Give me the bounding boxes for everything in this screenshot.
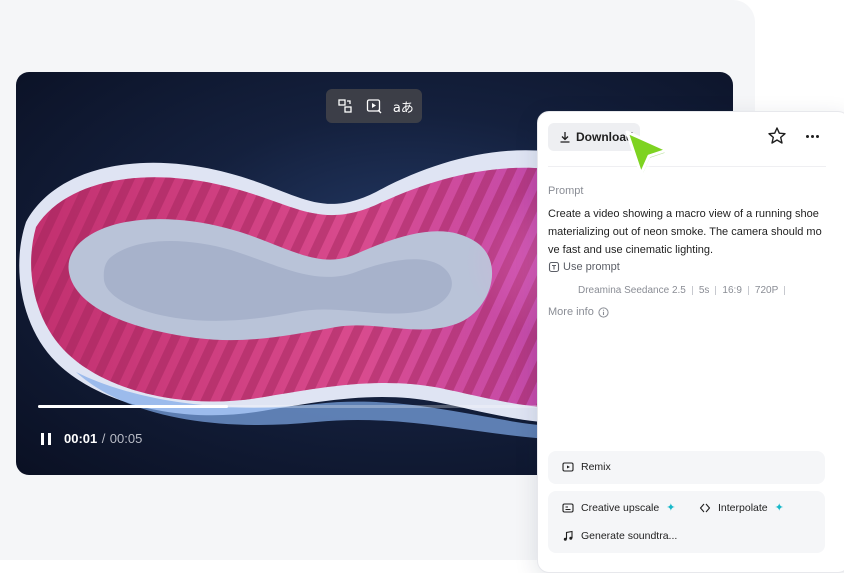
use-prompt-label: Use prompt	[563, 261, 620, 273]
more-dot	[805, 134, 809, 138]
details-panel: Download Prompt Create a video showing a…	[537, 111, 844, 573]
current-time: 00:01	[64, 431, 98, 446]
creative-upscale-button[interactable]: Creative upscale ✦	[562, 501, 675, 514]
sparkle-icon: ✦	[774, 502, 784, 514]
interpolate-icon	[699, 503, 711, 512]
more-dot	[815, 134, 819, 138]
remix-label: Remix	[581, 461, 611, 473]
meta-separator	[747, 286, 749, 295]
total-time: 00:05	[109, 431, 143, 446]
pointer-cursor-icon	[625, 130, 671, 179]
generate-soundtrack-button[interactable]: Generate soundtra...	[562, 530, 677, 542]
play-preview-icon[interactable]	[361, 93, 387, 119]
music-note-icon	[563, 530, 573, 541]
translate-icon[interactable]: aあ	[390, 93, 416, 119]
creative-upscale-label: Creative upscale	[581, 501, 660, 514]
more-info-label: More info	[548, 306, 594, 318]
meta-resolution: 720P	[754, 285, 779, 296]
meta-separator	[715, 286, 717, 295]
video-toolbar: aあ	[326, 89, 422, 123]
info-icon	[598, 306, 609, 318]
pause-button[interactable]	[38, 431, 54, 447]
generate-soundtrack-label: Generate soundtra...	[581, 530, 678, 542]
generation-meta: Dreamina Seedance 2.5 5s 16:9 720P	[578, 285, 791, 296]
upscale-icon	[562, 502, 574, 513]
meta-ratio: 16:9	[722, 285, 742, 296]
interpolate-label: Interpolate	[718, 501, 768, 514]
pause-icon	[41, 433, 51, 445]
remix-icon	[562, 462, 574, 472]
use-prompt-button[interactable]: Use prompt	[548, 261, 620, 273]
use-prompt-icon	[548, 261, 560, 273]
prompt-heading: Prompt	[548, 185, 584, 197]
time-separator: /	[101, 431, 106, 446]
meta-separator	[691, 286, 693, 295]
sparkle-icon: ✦	[666, 502, 676, 514]
prompt-text: Create a video showing a macro view of a…	[548, 208, 822, 256]
more-dot	[810, 134, 814, 138]
enhance-tools-card: Creative upscale ✦ Interpolate ✦ Generat…	[548, 491, 825, 553]
more-options-button[interactable]	[801, 125, 823, 147]
remix-button[interactable]: Remix	[562, 461, 611, 473]
playback-controls: 00:01 / 00:05	[38, 430, 142, 448]
progress-fill	[38, 405, 229, 408]
swap-icon[interactable]	[332, 93, 358, 119]
interpolate-button[interactable]: Interpolate ✦	[699, 501, 784, 514]
meta-model: Dreamina Seedance 2.5	[578, 285, 686, 296]
remix-card: Remix	[548, 451, 825, 484]
divider	[548, 166, 826, 167]
meta-separator	[784, 286, 786, 295]
translate-glyph: aあ	[392, 100, 414, 116]
meta-duration: 5s	[698, 285, 710, 296]
download-icon	[560, 132, 570, 143]
more-info-button[interactable]: More info	[548, 306, 609, 318]
star-icon	[768, 127, 786, 144]
favorite-button[interactable]	[766, 125, 788, 147]
